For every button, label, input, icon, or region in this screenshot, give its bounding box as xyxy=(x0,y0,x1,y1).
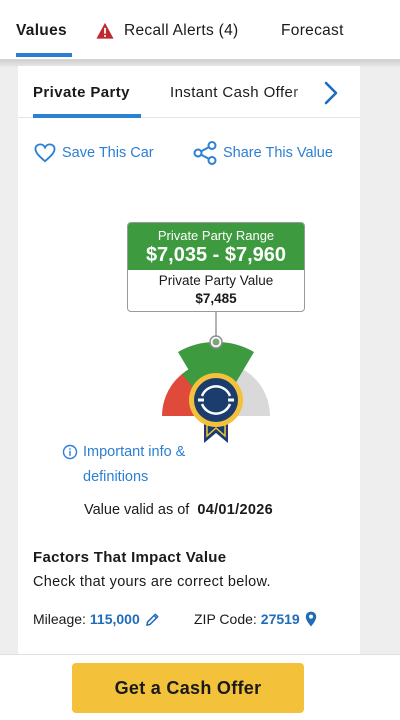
private-party-value: $7,485 xyxy=(195,291,237,306)
zip-code-factor[interactable]: ZIP Code: 27519 xyxy=(194,611,317,627)
factors-title: Factors That Impact Value xyxy=(33,549,227,566)
share-icon xyxy=(193,141,217,165)
ribbon-badge-icon xyxy=(189,373,243,443)
bottom-bar: Get a Cash Offer xyxy=(0,654,400,720)
location-pin-icon xyxy=(305,611,316,627)
tab-recall-alerts[interactable]: Recall Alerts (4) xyxy=(124,22,239,40)
valid-date: 04/01/2026 xyxy=(197,502,273,518)
zip-value: 27519 xyxy=(260,611,300,627)
zip-label: ZIP Code: xyxy=(194,611,257,627)
share-value-label: Share This Value xyxy=(223,145,333,161)
important-info-label: Important info & definitions xyxy=(83,444,186,485)
factors-subtitle: Check that yours are correct below. xyxy=(33,574,271,590)
tab-values-underline xyxy=(16,53,72,57)
share-value-button[interactable]: Share This Value xyxy=(193,141,333,165)
subtab-private-party[interactable]: Private Party xyxy=(33,84,130,101)
tab-values[interactable]: Values xyxy=(16,22,67,40)
save-car-label: Save This Car xyxy=(62,145,154,161)
tab-forecast[interactable]: Forecast xyxy=(281,22,344,40)
subtab-instant-cash-offer[interactable]: Instant Cash Offer xyxy=(170,84,299,101)
value-valid-date: Value valid as of 04/01/2026 xyxy=(84,502,273,518)
range-value: $7,035 - $7,960 xyxy=(145,244,287,266)
top-nav: Values Recall Alerts (4) Forecast xyxy=(0,0,400,60)
private-party-range: Private Party Range $7,035 - $7,960 xyxy=(128,223,304,270)
pencil-icon xyxy=(145,613,159,626)
value-gauge xyxy=(162,312,270,443)
value-card: Private Party Instant Cash Offer Save Th… xyxy=(18,66,360,666)
heart-icon xyxy=(34,143,56,163)
warning-icon xyxy=(96,22,114,39)
mileage-value: 115,000 xyxy=(89,611,140,627)
valid-prefix: Value valid as of xyxy=(84,502,190,518)
private-party-value-box: Private Party Range $7,035 - $7,960 Priv… xyxy=(127,222,305,312)
subtab-active-underline xyxy=(33,114,141,118)
get-cash-offer-button[interactable]: Get a Cash Offer xyxy=(72,663,304,713)
mileage-label: Mileage: xyxy=(33,611,86,627)
save-car-button[interactable]: Save This Car xyxy=(34,142,154,164)
private-party-value-label: Private Party Value xyxy=(158,273,274,288)
info-icon xyxy=(62,444,78,460)
chevron-right-icon[interactable] xyxy=(321,80,341,106)
mileage-factor[interactable]: Mileage: 115,000 xyxy=(33,611,160,627)
range-label: Private Party Range xyxy=(157,228,275,243)
